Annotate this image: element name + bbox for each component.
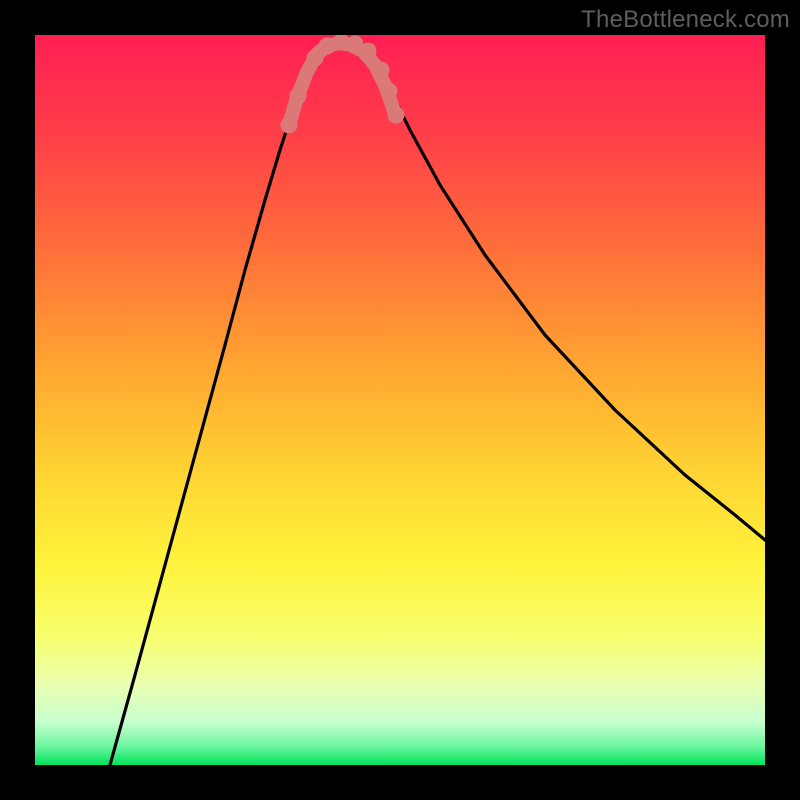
- salmon-dot: [388, 107, 405, 124]
- salmon-dot: [281, 117, 298, 134]
- salmon-dot: [307, 50, 324, 67]
- series-curve-left: [110, 45, 324, 765]
- plot-area: [35, 35, 765, 765]
- salmon-dot: [373, 62, 390, 79]
- watermark-text: TheBottleneck.com: [581, 6, 790, 34]
- salmon-dot: [290, 88, 307, 105]
- series-curve-right: [365, 45, 765, 540]
- salmon-dot: [381, 83, 398, 100]
- series-salmon-overlay: [289, 43, 395, 125]
- salmon-dot: [360, 43, 377, 60]
- chart-svg: [35, 35, 765, 765]
- chart-frame: TheBottleneck.com: [0, 0, 800, 800]
